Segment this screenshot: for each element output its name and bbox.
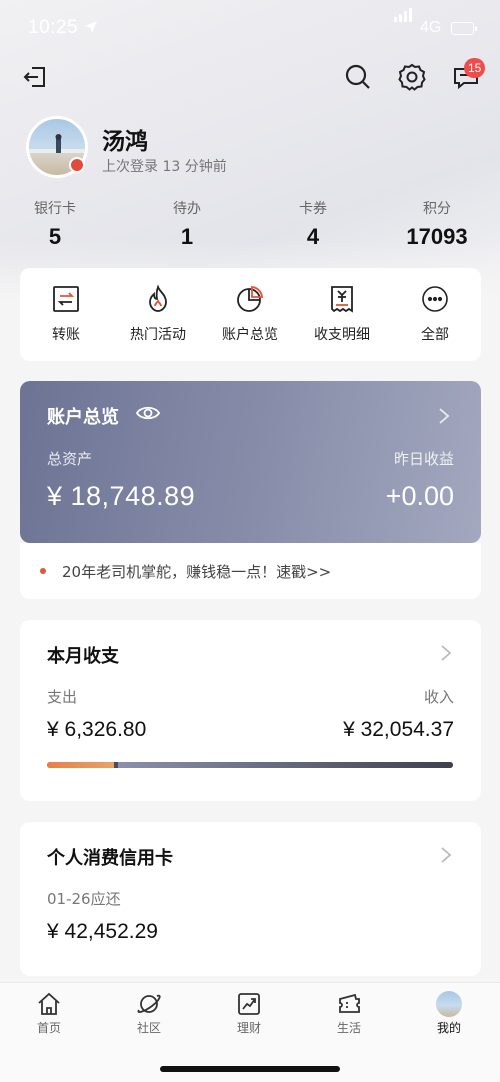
notice-dot <box>40 568 46 574</box>
trend-chart-icon <box>238 993 260 1015</box>
last-login-text: 上次登录 13 分钟前 <box>102 159 227 175</box>
quick-action-label: 收支明细 <box>314 327 370 343</box>
notice-text: 20年老司机掌舵，赚钱稳一点！速戳>> <box>62 563 332 581</box>
income-label: 收入 <box>423 688 454 706</box>
monthly-summary-card[interactable]: 本月收支 支出 收入 ¥ 6,326.80 ¥ 32,054.37 <box>20 620 481 801</box>
expense-value: ¥ 6,326.80 <box>47 718 147 741</box>
receipt-icon <box>331 286 353 313</box>
network-type: 4G <box>420 19 442 36</box>
flame-icon <box>149 284 167 312</box>
planet-icon <box>137 994 161 1013</box>
stat-value: 4 <box>306 224 320 249</box>
stat-label: 待办 <box>173 201 201 217</box>
tab-label: 理财 <box>236 1021 261 1035</box>
stat-points[interactable]: 积分 17093 <box>392 198 482 250</box>
user-name: 汤鸿 <box>102 129 148 155</box>
tab-mine[interactable]: 我的 <box>419 991 479 1036</box>
stat-coupons[interactable]: 卡券 4 <box>268 198 358 250</box>
stat-todo[interactable]: 待办 1 <box>142 198 232 250</box>
account-overview-title: 账户总览 <box>47 407 119 428</box>
eye-icon[interactable] <box>136 403 160 423</box>
chevron-right-icon[interactable] <box>438 407 450 425</box>
income-bar-segment <box>118 762 453 768</box>
stat-value: 1 <box>180 224 194 249</box>
credit-card-amount: ¥ 42,452.29 <box>47 920 158 943</box>
battery-icon <box>451 22 477 35</box>
quick-action-hot-events[interactable]: 热门活动 <box>112 268 204 361</box>
ticket-icon <box>339 993 360 1013</box>
tab-label: 我的 <box>436 1021 461 1035</box>
income-expense-bar <box>47 762 453 768</box>
quick-action-transactions[interactable]: 收支明细 <box>296 268 388 361</box>
tab-wealth[interactable]: 理财 <box>219 991 279 1036</box>
more-icon <box>422 286 448 312</box>
quick-action-label: 热门活动 <box>130 327 186 343</box>
expense-label: 支出 <box>47 688 78 706</box>
avatar <box>436 991 462 1017</box>
stat-value: 5 <box>48 224 62 249</box>
monthly-summary-title: 本月收支 <box>47 646 119 667</box>
stat-label: 卡券 <box>299 201 327 217</box>
quick-action-transfer[interactable]: 转账 <box>20 268 112 361</box>
chevron-right-icon[interactable] <box>440 644 452 662</box>
pie-chart-icon <box>237 286 263 312</box>
tab-label: 首页 <box>36 1021 61 1035</box>
logout-icon[interactable] <box>20 62 50 92</box>
status-bar: 10:25 4G <box>0 0 500 60</box>
stat-label: 积分 <box>423 201 451 217</box>
yesterday-income-value: +0.00 <box>385 481 454 511</box>
quick-action-label: 转账 <box>52 327 80 343</box>
tab-label: 生活 <box>336 1021 361 1035</box>
message-badge: 15 <box>464 58 486 78</box>
tab-home[interactable]: 首页 <box>19 991 79 1036</box>
stat-value: 17093 <box>406 224 468 249</box>
home-icon <box>38 992 60 1015</box>
home-indicator <box>160 1066 340 1072</box>
quick-actions: 转账 热门活动 账户总览 收支明细 全部 <box>20 268 481 361</box>
tab-community[interactable]: 社区 <box>119 991 179 1036</box>
tab-life[interactable]: 生活 <box>319 991 379 1036</box>
gear-icon[interactable] <box>397 62 427 92</box>
quick-action-label: 全部 <box>421 327 449 343</box>
credit-card-card[interactable]: 个人消费信用卡 01-26应还 ¥ 42,452.29 <box>20 822 481 976</box>
tab-label: 社区 <box>136 1021 161 1035</box>
avatar-verified-badge <box>69 157 85 173</box>
search-icon[interactable] <box>343 62 373 92</box>
account-overview-card[interactable]: 账户总览 总资产 昨日收益 ¥ 18,748.89 +0.00 <box>20 381 481 543</box>
expense-bar-segment <box>47 762 114 768</box>
stat-bank-cards[interactable]: 银行卡 5 <box>10 198 100 250</box>
status-time: 10:25 <box>28 17 79 38</box>
credit-card-title: 个人消费信用卡 <box>47 848 173 869</box>
quick-action-account-overview[interactable]: 账户总览 <box>204 268 296 361</box>
transfer-icon <box>53 286 79 312</box>
chevron-right-icon[interactable] <box>440 846 452 864</box>
total-assets-value: ¥ 18,748.89 <box>47 481 196 511</box>
income-value: ¥ 32,054.37 <box>343 718 454 741</box>
location-arrow-icon <box>85 21 97 33</box>
promo-notice[interactable]: 20年老司机掌舵，赚钱稳一点！速戳>> <box>20 543 481 599</box>
credit-card-due-label: 01-26应还 <box>47 890 121 908</box>
stat-label: 银行卡 <box>34 201 76 217</box>
total-assets-label: 总资产 <box>47 450 93 468</box>
stats-row: 银行卡 5 待办 1 卡券 4 积分 17093 <box>0 198 500 258</box>
quick-action-all[interactable]: 全部 <box>389 268 481 361</box>
quick-action-label: 账户总览 <box>222 327 278 343</box>
yesterday-income-label: 昨日收益 <box>393 450 454 468</box>
